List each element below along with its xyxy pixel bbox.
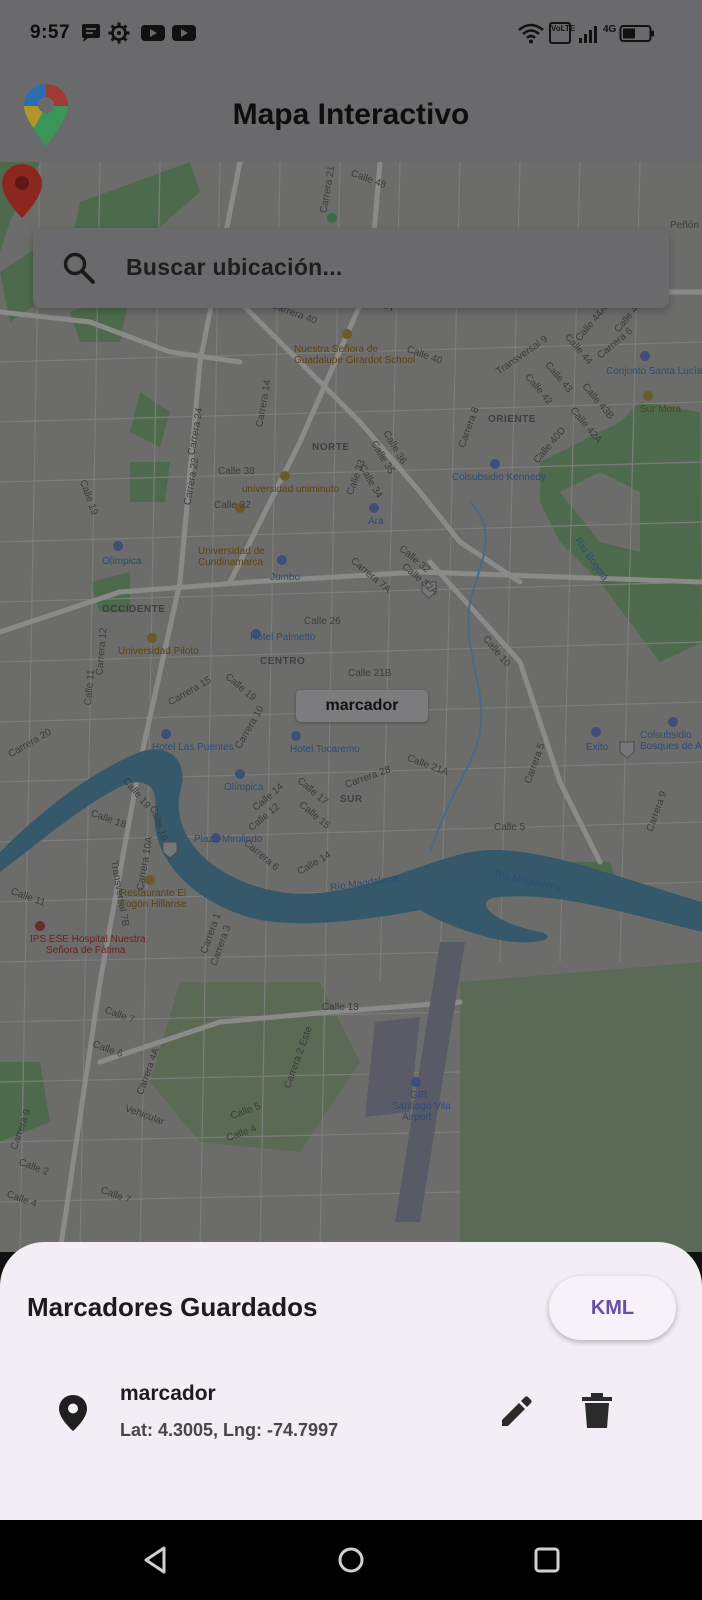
volte-label: VoLTE [551,24,576,33]
app-screen: 9:57 VoLTE 4G Mapa Interactivo NORTE ORI… [0,0,702,1600]
place-label: Nuestra Señora de [294,344,378,355]
home-icon[interactable] [331,1540,371,1580]
settings-gear-icon [108,22,130,44]
kml-button[interactable]: KML [549,1276,676,1340]
search-input[interactable]: Buscar ubicación... [126,254,343,281]
map-view[interactable]: NORTE ORIENTE OCCIDENTE CENTRO SUR Nuest… [0,162,702,1252]
sheet-title: Marcadores Guardados [27,1292,318,1322]
wifi-icon [518,23,544,44]
map-pin-icon[interactable] [0,162,44,220]
status-bar: 9:57 VoLTE 4G [0,0,702,70]
chat-bubble-icon [82,24,100,42]
marker-name: marcador [120,1382,216,1405]
battery-icon [619,25,654,42]
status-time: 9:57 [30,22,71,43]
delete-icon[interactable] [580,1392,614,1430]
place-label: Guadalupe Girardot School [294,355,416,366]
place-label: Universidad de [198,546,265,557]
street-label: Calle 38 [218,466,255,477]
place-label: Fogón Hillanse [120,899,187,910]
place-label: Conjunto Santa Lucía [606,366,702,377]
place-label: Olímpica [224,782,264,793]
place-label: universidad uniminuto [242,484,340,495]
search-bar[interactable]: Buscar ubicación... [33,228,669,308]
volte-icon: VoLTE [549,22,575,44]
place-label: IPS ESE Hospital Nuestra [30,934,146,945]
back-icon[interactable] [136,1540,176,1580]
location-pin-icon [59,1395,87,1431]
place-label: Universidad Piloto [118,646,199,657]
list-item[interactable]: marcador Lat: 4.3005, Lng: -74.7997 [0,1372,702,1462]
street-label: Calle 21B [348,668,392,679]
street-label: Calle 26 [304,616,341,627]
street-label: Calle 13 [322,1002,359,1013]
place-label: Hotel Tocaremo [290,744,360,755]
marker-coords: Lat: 4.3005, Lng: -74.7997 [120,1420,339,1440]
place-label: Cundinamarca [198,557,264,568]
district-occidente: OCCIDENTE [102,604,166,615]
place-label: Colsubsidio Kennedy [452,472,546,483]
place-label: Restaurante El [120,888,187,899]
street-label: Calle 5 [494,822,526,833]
signal-icon [579,26,597,43]
edit-icon[interactable] [498,1394,534,1430]
youtube-icon [172,25,196,41]
youtube-icon [141,25,165,41]
place-label: GIR [410,1090,428,1101]
system-nav-bar [0,1520,702,1600]
place-label: Airport [402,1112,432,1123]
saved-markers-sheet: Marcadores Guardados KML marcador Lat: 4… [0,1242,702,1524]
place-label: Peñón [670,220,699,231]
app-bar: Mapa Interactivo [0,70,702,162]
place-label: Colsubsidio [640,730,692,741]
place-label: Hotel Palmetto [250,632,316,643]
search-icon [63,252,95,284]
place-label: Sur Mora [640,404,682,415]
place-label: Jumbo [270,572,301,583]
map-marker-label[interactable]: marcador [296,690,428,722]
district-norte: NORTE [312,442,350,453]
district-sur: SUR [340,794,363,805]
place-label: Éxito [586,742,609,753]
place-label: Olímpica [102,556,142,567]
district-centro: CENTRO [260,656,306,667]
recents-icon[interactable] [527,1540,567,1580]
place-label: Bosques de Athe [640,741,702,752]
place-label: Ara [368,516,384,527]
place-label: Santiago Vila [392,1101,451,1112]
place-label: Señora de Fátima [46,945,126,956]
app-title: Mapa Interactivo [232,98,470,131]
place-label: Hotel Las Puentes [152,742,234,753]
district-oriente: ORIENTE [488,414,536,425]
network-type: 4G [603,24,617,35]
street-label: Calle 32 [214,500,251,511]
